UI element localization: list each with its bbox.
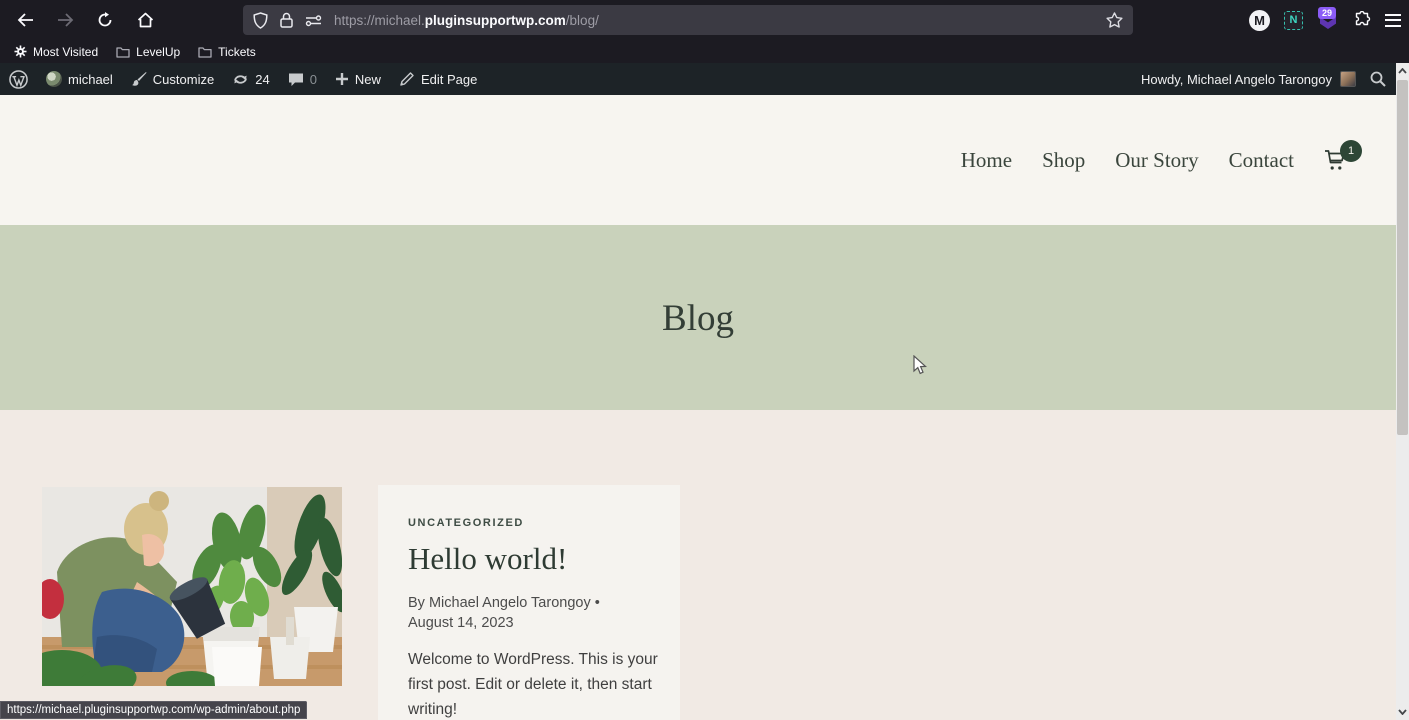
post-author-line[interactable]: By Michael Angelo Tarongoy • [408, 593, 658, 613]
folder-icon [116, 46, 130, 58]
admin-search-icon[interactable] [1370, 71, 1386, 87]
admin-edit-page-label: Edit Page [420, 71, 478, 87]
menu-hamburger-icon[interactable] [1385, 13, 1401, 27]
extensions-puzzle-icon[interactable] [1353, 11, 1371, 29]
pencil-icon [400, 72, 414, 86]
post-date: August 14, 2023 [408, 615, 514, 631]
gear-icon [14, 45, 27, 58]
url-domain: pluginsupportwp.com [424, 12, 566, 28]
folder-icon [198, 46, 212, 58]
account-avatar-icon[interactable]: M [1249, 9, 1270, 31]
cart-count-badge: 1 [1340, 140, 1362, 162]
hero-section: Blog [0, 225, 1396, 410]
bookmarks-toolbar: Most Visited LevelUp Tickets [0, 40, 1409, 63]
browser-window: https://michael.pluginsupportwp.com/blog… [0, 0, 1409, 720]
bookmark-label: Tickets [218, 44, 256, 59]
admin-new-label: New [354, 71, 381, 87]
admin-site-name-label: michael [68, 71, 113, 87]
bookmark-folder-levelup[interactable]: LevelUp [116, 45, 180, 59]
extension-badge-count: 29 [1318, 7, 1337, 19]
admin-howdy-label[interactable]: Howdy, Michael Angelo Tarongoy [1141, 72, 1332, 87]
post-featured-image[interactable] [42, 487, 342, 686]
permissions-toggles-icon[interactable] [305, 14, 322, 27]
paintbrush-icon [131, 72, 147, 86]
reload-button[interactable] [90, 6, 120, 34]
post-category[interactable]: UNCATEGORIZED [408, 517, 650, 529]
nav-home[interactable]: Home [961, 148, 1012, 173]
admin-updates-count: 24 [255, 71, 270, 87]
mouse-cursor [913, 355, 928, 376]
site-header: michael Home Shop Our Story Contact 1 [0, 95, 1396, 278]
wp-admin-bar: michael Customize 24 0 New Edit Page How… [0, 63, 1396, 95]
admin-customize[interactable]: Customize [122, 63, 223, 95]
forward-button[interactable] [50, 6, 80, 34]
admin-customize-label: Customize [152, 71, 215, 87]
updates-icon [234, 74, 248, 84]
page-scrollbar[interactable] [1396, 63, 1409, 720]
url-bar[interactable]: https://michael.pluginsupportwp.com/blog… [243, 5, 1133, 35]
url-prefix: https://michael. [334, 12, 425, 28]
cart-button[interactable]: 1 [1324, 140, 1362, 172]
url-text[interactable]: https://michael.pluginsupportwp.com/blog… [334, 13, 599, 28]
wordpress-logo-icon [9, 69, 28, 89]
bookmark-folder-tickets[interactable]: Tickets [198, 45, 256, 59]
back-button[interactable] [10, 6, 40, 34]
admin-site-name[interactable]: michael [37, 63, 122, 95]
bookmark-label: LevelUp [136, 44, 181, 59]
main-navigation: Home Shop Our Story Contact 1 [961, 95, 1362, 225]
post-byline: By Michael Angelo Tarongoy • August 14, … [408, 593, 658, 633]
tracking-protection-shield-icon[interactable] [253, 11, 268, 29]
page-title: Blog [662, 298, 734, 339]
blog-post-card[interactable]: UNCATEGORIZED Hello world! By Michael An… [378, 485, 680, 720]
padlock-icon[interactable] [280, 12, 293, 28]
admin-comments[interactable]: 0 [279, 63, 326, 95]
extension-n-icon[interactable]: N [1284, 10, 1303, 30]
admin-user-avatar[interactable] [1340, 71, 1356, 87]
admin-new[interactable]: New [326, 63, 390, 95]
admin-comments-count: 0 [309, 71, 317, 87]
scroll-down-button[interactable] [1396, 704, 1409, 720]
admin-updates[interactable]: 24 [223, 63, 278, 95]
bookmark-label: Most Visited [33, 44, 99, 59]
nav-shop[interactable]: Shop [1042, 148, 1085, 173]
scroll-up-button[interactable] [1396, 63, 1409, 79]
url-path: /blog/ [565, 12, 599, 28]
post-excerpt: Welcome to WordPress. This is your first… [408, 651, 658, 718]
nav-contact[interactable]: Contact [1229, 148, 1294, 173]
admin-edit-page[interactable]: Edit Page [390, 63, 486, 95]
scrollbar-thumb[interactable] [1397, 80, 1408, 435]
comment-bubble-icon [288, 73, 303, 86]
status-url-text: https://michael.pluginsupportwp.com/wp-a… [7, 704, 301, 716]
extension-badge-icon[interactable]: 29 [1317, 7, 1339, 31]
browser-toolbar: https://michael.pluginsupportwp.com/blog… [0, 0, 1409, 40]
site-favicon [46, 71, 62, 87]
bookmark-star-icon[interactable] [1106, 12, 1123, 28]
bookmark-most-visited[interactable]: Most Visited [14, 45, 98, 59]
post-title[interactable]: Hello world! [408, 541, 650, 577]
plus-icon [335, 73, 348, 85]
status-link-tooltip: https://michael.pluginsupportwp.com/wp-a… [0, 701, 308, 719]
nav-our-story[interactable]: Our Story [1115, 148, 1198, 173]
page-content: UNCATEGORIZED Hello world! By Michael An… [0, 410, 1396, 720]
home-button[interactable] [130, 6, 160, 34]
wp-logo-menu[interactable] [0, 63, 37, 95]
